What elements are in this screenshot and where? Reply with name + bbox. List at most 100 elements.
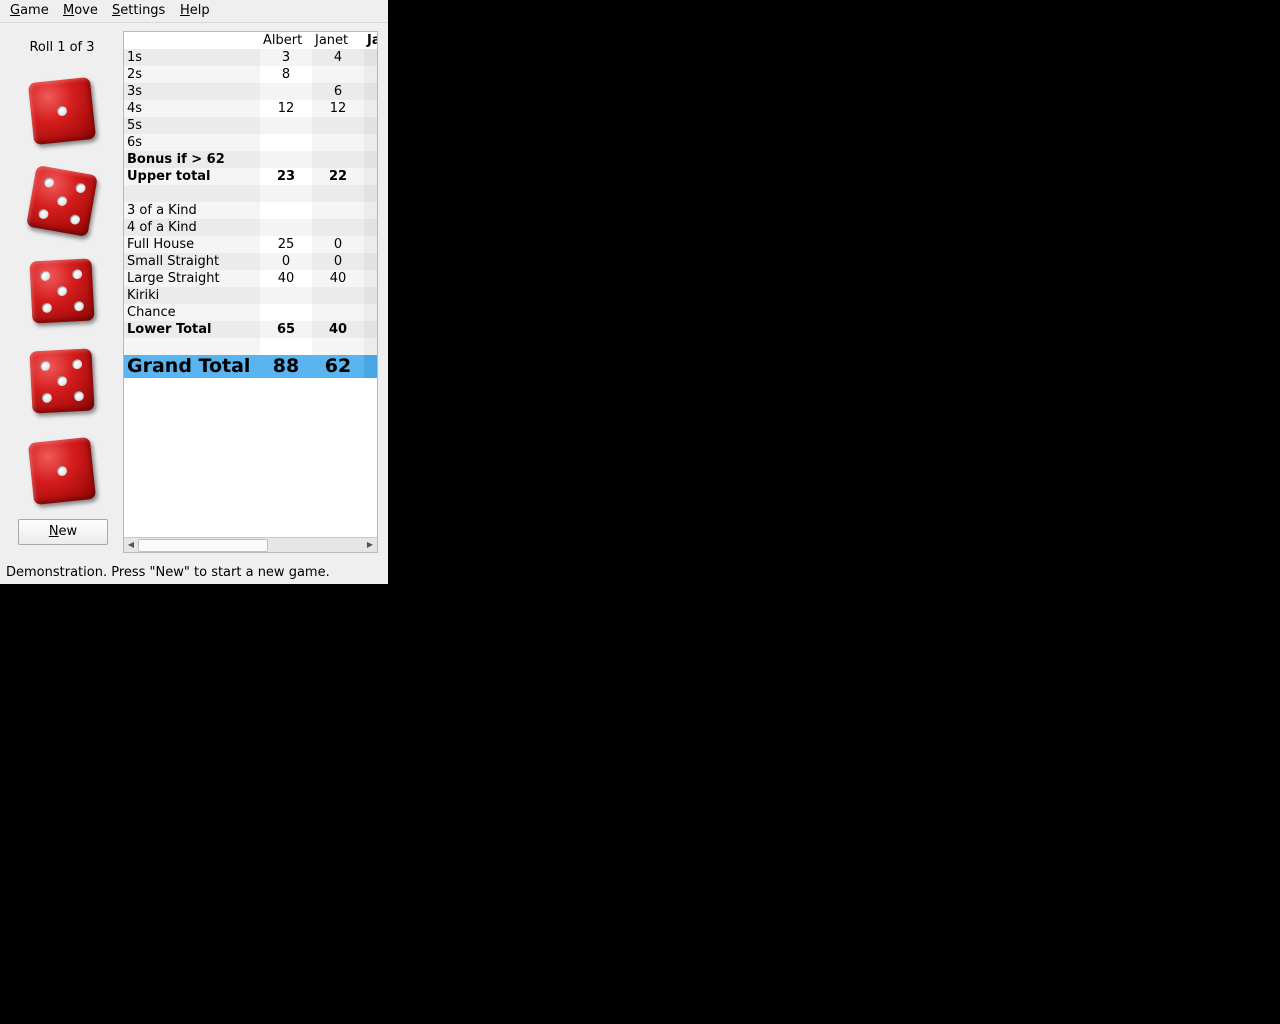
score-cell-albert[interactable] [260,287,312,304]
die-pip [56,195,68,207]
score-row[interactable]: 5s [124,117,377,134]
die-5[interactable] [0,431,124,511]
score-cell-albert[interactable]: 40 [260,270,312,287]
score-row[interactable]: 4s 12 12 [124,100,377,117]
scroll-right-icon[interactable]: ▶ [363,538,377,552]
score-row[interactable]: 6s [124,134,377,151]
score-cell-albert[interactable] [260,219,312,236]
die-pip [56,285,68,297]
score-cell-partial[interactable] [364,134,377,151]
menu-help[interactable]: Help [180,3,210,18]
score-row[interactable]: Small Straight 0 0 [124,253,377,270]
score-cell-partial[interactable] [364,202,377,219]
score-cell-janet[interactable] [312,287,364,304]
score-cell-albert[interactable] [260,117,312,134]
score-row-label [124,338,260,355]
score-cell-albert[interactable]: 12 [260,100,312,117]
scroll-left-icon[interactable]: ◀ [124,538,138,552]
score-cell-albert[interactable]: 8 [260,66,312,83]
score-row[interactable]: 4 of a Kind [124,219,377,236]
score-cell-janet[interactable]: 40 [312,270,364,287]
score-row-label: Small Straight [124,253,260,270]
die-3[interactable] [0,251,124,331]
score-cell-partial[interactable] [364,185,377,202]
score-cell-janet[interactable] [312,304,364,321]
score-cell-albert[interactable] [260,304,312,321]
score-cell-janet[interactable] [312,151,364,168]
menu-move[interactable]: Move [63,3,98,18]
player-header-albert: Albert [263,33,303,48]
die-2[interactable] [0,161,124,241]
score-cell-janet[interactable]: 40 [312,321,364,338]
die-face-icon [26,165,98,237]
score-cell-albert[interactable] [260,134,312,151]
score-cell-janet[interactable] [312,134,364,151]
score-cell-albert[interactable]: 65 [260,321,312,338]
score-cell-partial[interactable] [364,168,377,185]
score-cell-albert[interactable] [260,202,312,219]
score-row[interactable]: 1s 3 4 [124,49,377,66]
menu-game[interactable]: Game [10,3,49,18]
score-cell-albert[interactable] [260,185,312,202]
score-row[interactable]: Bonus if > 62 [124,151,377,168]
grand-total-label: Grand Total [127,355,251,377]
score-row[interactable]: Upper total 23 22 [124,168,377,185]
die-pip [39,270,51,282]
score-cell-janet[interactable]: 6 [312,83,364,100]
score-cell-janet[interactable]: 4 [312,49,364,66]
score-cell-partial[interactable] [364,236,377,253]
score-cell-janet[interactable] [312,66,364,83]
score-cell-albert[interactable]: 0 [260,253,312,270]
score-row[interactable]: Full House 25 0 [124,236,377,253]
score-cell-janet[interactable] [312,219,364,236]
score-row[interactable]: Chance [124,304,377,321]
score-row[interactable]: Lower Total 65 40 [124,321,377,338]
score-cell-janet[interactable] [312,185,364,202]
score-row[interactable]: 3s 6 [124,83,377,100]
score-cell-albert[interactable] [260,151,312,168]
score-cell-partial[interactable] [364,304,377,321]
score-cell-albert[interactable] [260,83,312,100]
horizontal-scrollbar[interactable]: ◀ ▶ [124,537,377,552]
score-row-label: Chance [124,304,260,321]
score-cell-janet[interactable] [312,202,364,219]
score-cell-partial[interactable] [364,151,377,168]
score-cell-partial[interactable] [364,66,377,83]
score-cell-janet[interactable]: 0 [312,253,364,270]
score-cell-partial[interactable] [364,321,377,338]
score-row-label: Upper total [124,168,260,185]
score-cell-janet[interactable]: 12 [312,100,364,117]
score-cell-partial[interactable] [364,49,377,66]
score-cell-albert[interactable]: 23 [260,168,312,185]
score-cell-janet[interactable] [312,338,364,355]
score-cell-partial[interactable] [364,253,377,270]
score-row[interactable]: 2s 8 [124,66,377,83]
scrollbar-thumb[interactable] [138,539,268,552]
menu-settings[interactable]: Settings [112,3,165,18]
score-row[interactable]: Large Straight 40 40 [124,270,377,287]
score-row[interactable]: Kiriki [124,287,377,304]
score-row[interactable] [124,185,377,202]
score-cell-partial[interactable] [364,83,377,100]
score-cell-partial[interactable] [364,287,377,304]
score-row[interactable] [124,338,377,355]
score-cell-partial[interactable] [364,117,377,134]
grand-total-p3 [364,355,377,378]
new-game-button[interactable]: New [18,519,108,545]
score-cell-janet[interactable]: 0 [312,236,364,253]
score-cell-albert[interactable]: 25 [260,236,312,253]
score-cell-albert[interactable] [260,338,312,355]
score-row-label: Bonus if > 62 [124,151,260,168]
die-1[interactable] [0,71,124,151]
score-cell-albert[interactable]: 3 [260,49,312,66]
score-cell-partial[interactable] [364,100,377,117]
die-pip [73,390,85,402]
score-cell-janet[interactable] [312,117,364,134]
score-cell-partial[interactable] [364,219,377,236]
score-row[interactable]: 3 of a Kind [124,202,377,219]
score-cell-partial[interactable] [364,270,377,287]
score-cell-janet[interactable]: 22 [312,168,364,185]
die-face-icon [29,258,95,324]
score-cell-partial[interactable] [364,338,377,355]
die-4[interactable] [0,341,124,421]
